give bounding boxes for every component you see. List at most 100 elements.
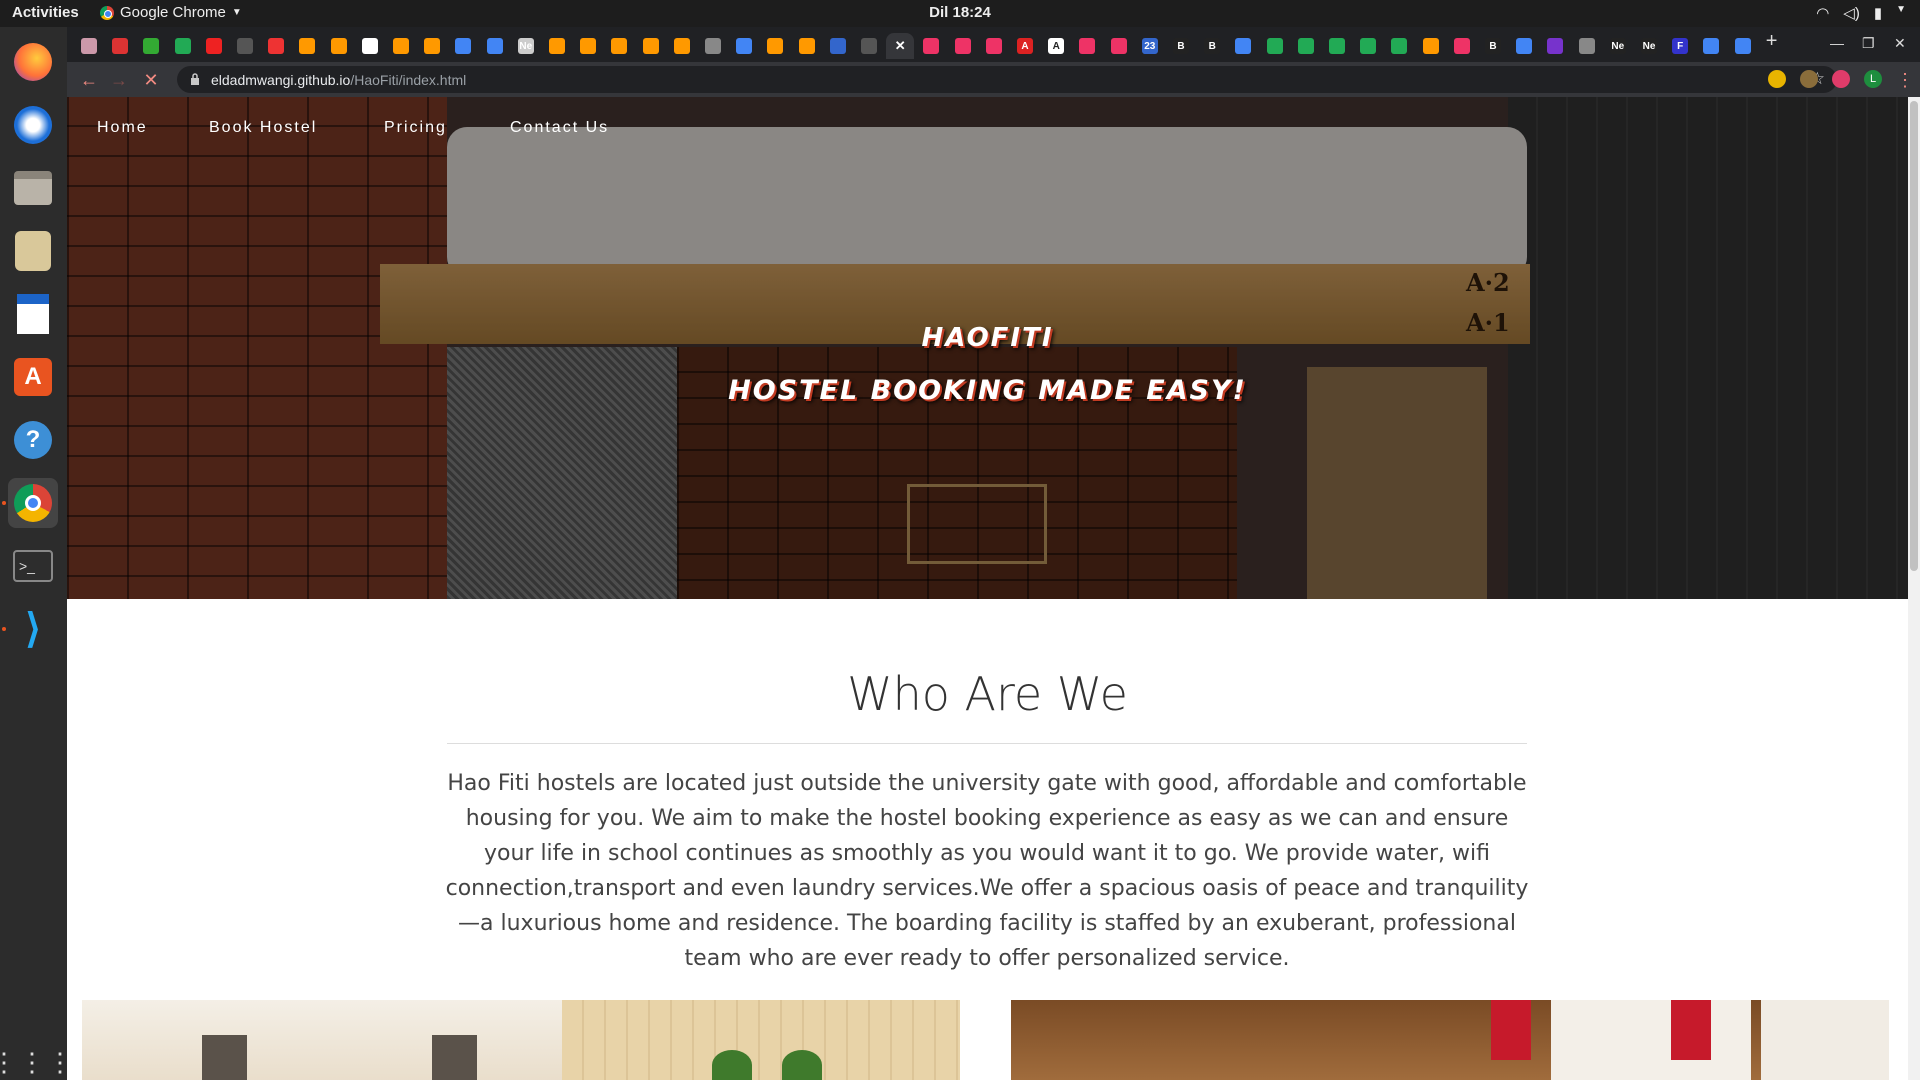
profile-avatar[interactable]: L: [1864, 70, 1882, 88]
nav-pricing[interactable]: Pricing: [384, 119, 447, 137]
system-tray[interactable]: ◠ ◁) ▮ ▼: [1816, 4, 1906, 22]
browser-tab[interactable]: [1448, 33, 1476, 59]
browser-tab[interactable]: A: [1011, 33, 1039, 59]
browser-tab[interactable]: [387, 33, 415, 59]
browser-tab[interactable]: Ne: [1635, 33, 1663, 59]
scrollbar-thumb[interactable]: [1910, 101, 1918, 571]
software-center-icon[interactable]: A: [8, 352, 58, 402]
tab-favicon-icon: B: [1485, 38, 1501, 54]
extension-puzzle-icon[interactable]: [1832, 70, 1850, 88]
tab-favicon-icon: [361, 38, 378, 54]
browser-tab[interactable]: [262, 33, 290, 59]
address-bar[interactable]: eldadmwangi.github.io/HaoFiti/index.html…: [177, 66, 1837, 93]
app-menu[interactable]: Google Chrome ▼: [100, 4, 242, 21]
browser-tab[interactable]: [605, 33, 633, 59]
browser-tab[interactable]: [730, 33, 758, 59]
tab-favicon-icon: [205, 38, 222, 54]
tab-favicon-icon: F: [1672, 38, 1689, 54]
browser-tab[interactable]: Ne: [512, 33, 540, 59]
browser-tab[interactable]: B: [1198, 33, 1226, 59]
browser-tab[interactable]: ✕: [886, 33, 915, 59]
tab-favicon-icon: [237, 38, 253, 54]
browser-tab[interactable]: [200, 33, 228, 59]
browser-tab[interactable]: [917, 33, 945, 59]
minimize-icon[interactable]: —: [1830, 35, 1844, 51]
tab-favicon-icon: [330, 38, 347, 54]
browser-tab[interactable]: [1261, 33, 1289, 59]
browser-tab[interactable]: [75, 33, 103, 59]
page-viewport[interactable]: A·2 A·1 Home Book Hostel Pricing Contact…: [67, 97, 1908, 1080]
browser-tab[interactable]: F: [1666, 33, 1694, 59]
browser-tab[interactable]: [1323, 33, 1351, 59]
browser-tab[interactable]: [1697, 33, 1725, 59]
browser-tab[interactable]: [137, 33, 165, 59]
maximize-icon[interactable]: ❐: [1862, 35, 1875, 52]
browser-tab[interactable]: A: [1042, 33, 1070, 59]
chrome-icon[interactable]: [8, 478, 58, 528]
browser-tab[interactable]: [449, 33, 477, 59]
hero-title: HAOFITI: [921, 323, 1054, 353]
browser-tab[interactable]: [325, 33, 353, 59]
forward-button[interactable]: →: [107, 68, 131, 92]
browser-tab[interactable]: [1510, 33, 1538, 59]
back-button[interactable]: ←: [77, 68, 101, 92]
browser-tab[interactable]: [418, 33, 446, 59]
browser-tab[interactable]: [481, 33, 509, 59]
browser-tab[interactable]: [543, 33, 571, 59]
photo-plant: [712, 1050, 752, 1080]
browser-tab[interactable]: [356, 33, 384, 59]
browser-tab[interactable]: [1573, 33, 1601, 59]
tab-favicon-icon: A: [1017, 38, 1033, 54]
battery-icon: ▮: [1873, 5, 1883, 22]
browser-tab[interactable]: [106, 33, 134, 59]
extension-lock-icon[interactable]: [1768, 70, 1786, 88]
browser-tab[interactable]: Ne: [1604, 33, 1632, 59]
browser-tab[interactable]: [668, 33, 696, 59]
browser-tab[interactable]: [1729, 33, 1757, 59]
tab-favicon-icon: [1329, 38, 1345, 54]
nav-book-hostel[interactable]: Book Hostel: [209, 119, 317, 137]
browser-tab[interactable]: [1292, 33, 1320, 59]
firefox-icon[interactable]: [8, 37, 58, 87]
browser-tab[interactable]: [1105, 33, 1133, 59]
browser-tab[interactable]: [169, 33, 197, 59]
browser-tab[interactable]: [824, 33, 852, 59]
nav-home[interactable]: Home: [97, 119, 148, 137]
rhythmbox-icon[interactable]: [8, 226, 58, 276]
browser-tab[interactable]: [855, 33, 883, 59]
terminal-icon[interactable]: >_: [8, 541, 58, 591]
thunderbird-icon[interactable]: [8, 100, 58, 150]
new-tab-button[interactable]: +: [1766, 30, 1778, 53]
stop-loading-button[interactable]: ✕: [139, 68, 163, 92]
browser-tab[interactable]: [1417, 33, 1445, 59]
browser-tab[interactable]: [637, 33, 665, 59]
clock[interactable]: Dil 18:24: [0, 4, 1920, 21]
libreoffice-writer-icon[interactable]: [8, 289, 58, 339]
browser-tab[interactable]: [1541, 33, 1569, 59]
browser-tab[interactable]: [949, 33, 977, 59]
browser-tab[interactable]: [980, 33, 1008, 59]
browser-tab[interactable]: [1354, 33, 1382, 59]
extension-cookie-icon[interactable]: [1800, 70, 1818, 88]
browser-tab[interactable]: [574, 33, 602, 59]
browser-tab[interactable]: [231, 33, 259, 59]
browser-tab[interactable]: [761, 33, 789, 59]
close-window-icon[interactable]: ✕: [1894, 35, 1906, 52]
activities-button[interactable]: Activities: [12, 4, 79, 21]
page-scrollbar[interactable]: [1908, 97, 1920, 1080]
app-grid-icon[interactable]: ⋮⋮⋮: [0, 1037, 73, 1080]
browser-tab[interactable]: [699, 33, 727, 59]
vscode-icon[interactable]: ⟩: [8, 604, 58, 654]
browser-tab[interactable]: [1073, 33, 1101, 59]
browser-tab[interactable]: [1229, 33, 1257, 59]
browser-tab[interactable]: 23: [1136, 33, 1164, 59]
files-icon[interactable]: [8, 163, 58, 213]
menu-kebab-icon[interactable]: ⋮: [1893, 68, 1917, 92]
browser-tab[interactable]: [1385, 33, 1413, 59]
browser-tab[interactable]: [293, 33, 321, 59]
browser-tab[interactable]: [793, 33, 821, 59]
nav-contact-us[interactable]: Contact Us: [510, 119, 609, 137]
help-icon[interactable]: ?: [8, 415, 58, 465]
browser-tab[interactable]: B: [1167, 33, 1195, 59]
browser-tab[interactable]: B: [1479, 33, 1507, 59]
